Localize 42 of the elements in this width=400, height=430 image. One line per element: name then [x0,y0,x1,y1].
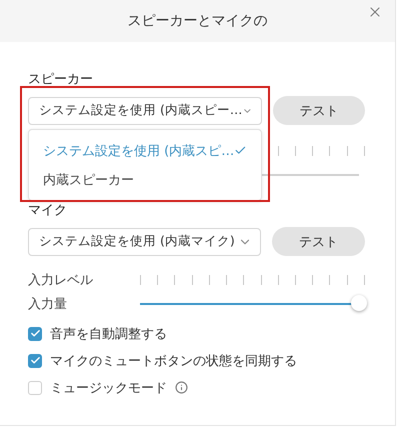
section-label: スピーカー [28,71,94,88]
checkbox-label: 音声を自動調整する [50,326,167,342]
level-tick [192,275,193,285]
level-tick [140,275,141,285]
row-label: 入力レベル [28,272,94,289]
level-tick [226,275,228,285]
info-glyph-icon [175,381,188,394]
info-icon[interactable] [175,381,188,394]
row-label: 入力量 [28,296,68,313]
device-select[interactable]: システム設定を使用 (内蔵スピー… [28,96,262,124]
level-tick [364,275,365,285]
window-title: スピーカーとマイクの [128,12,268,30]
checkbox[interactable] [28,380,42,394]
device-select[interactable]: システム設定を使用 (内蔵マイク) [28,228,262,256]
level-tick [294,146,296,156]
level-tick [260,275,262,285]
level-tick [243,275,244,285]
checkbox[interactable] [28,354,42,368]
dropdown-option[interactable]: 内蔵スピーカー [29,165,261,194]
level-tick [174,275,176,285]
level-tick [312,275,314,285]
test-button[interactable]: テスト [272,227,365,256]
checkbox-label: マイクのミュートボタンの状態を同期する [50,352,297,370]
level-tick [329,146,330,156]
level-tick [208,275,210,285]
checkbox-label: ミュージックモード [50,380,167,396]
checkbox[interactable] [28,326,42,340]
level-tick [364,146,365,156]
level-tick [294,275,296,285]
level-tick [157,275,158,285]
test-button[interactable]: テスト [273,96,365,125]
level-tick [346,146,348,156]
dropdown-option[interactable]: システム設定を使用 (内蔵スピ… [29,136,261,165]
level-tick [312,146,314,156]
checkmark-icon [30,355,40,366]
checkmark-icon [30,328,40,339]
level-tick [278,146,279,156]
level-tick [346,275,348,285]
slider-thumb[interactable] [351,295,367,311]
section-label: マイク [28,202,68,219]
level-tick [329,275,330,285]
level-tick [278,275,279,285]
